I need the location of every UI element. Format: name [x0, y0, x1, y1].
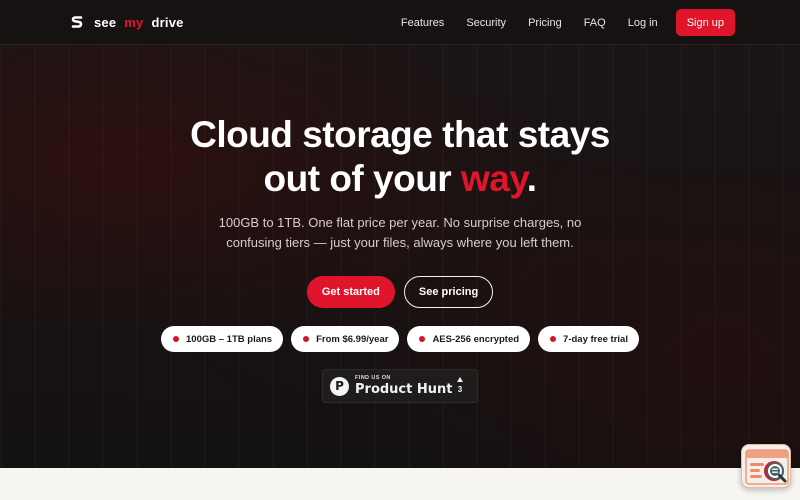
subtext-line-2: confusing tiers — just your files, alway… [226, 235, 574, 250]
brand-part-drive: drive [151, 14, 184, 30]
product-hunt-small-label: FIND US ON [355, 374, 391, 381]
chat-widget-button[interactable] [741, 444, 791, 488]
headline-period: . [526, 158, 537, 199]
headline-line-1: Cloud storage that stays [190, 114, 610, 155]
badge-trial: 7-day free trial [538, 326, 639, 352]
headline-line-2: out of your [263, 158, 461, 199]
product-hunt-name: Product Hunt [355, 382, 453, 398]
product-hunt-icon: P [330, 376, 349, 396]
badge-price: From $6.99/year [291, 326, 400, 352]
nav-link-login[interactable]: Log in [628, 17, 658, 29]
headline-accent-word: way [460, 158, 527, 199]
product-hunt-text: FIND US ON Product Hunt [355, 374, 453, 398]
subtext-line-1: 100GB to 1TB. One flat price per year. N… [218, 215, 582, 230]
bullet-dot-icon [173, 336, 180, 342]
badge-plans: 100GB – 1TB plans [161, 326, 284, 352]
brand-part-my: my [124, 14, 144, 30]
badge-label: 7-day free trial [563, 333, 628, 345]
hero-subtext: 100GB to 1TB. One flat price per year. N… [200, 213, 600, 253]
nav-link-faq[interactable]: FAQ [584, 17, 606, 29]
get-started-button[interactable]: Get started [306, 276, 395, 308]
brand-part-see: see [94, 14, 117, 30]
signup-button[interactable]: Sign up [675, 9, 735, 36]
upvote-count: 3 [457, 385, 463, 394]
next-section-edge [0, 468, 800, 500]
feature-badges: 100GB – 1TB plans From $6.99/year AES-25… [0, 326, 800, 352]
product-hunt-upvotes: 3 [457, 377, 463, 394]
bullet-dot-icon [550, 336, 557, 342]
triangle-up-icon [457, 377, 463, 382]
bullet-dot-icon [419, 336, 426, 342]
cta-group: Get started See pricing [0, 276, 800, 308]
product-hunt-badge[interactable]: P FIND US ON Product Hunt 3 [322, 369, 478, 403]
nav-links: Features Security Pricing FAQ Log in Sig… [401, 9, 735, 36]
badge-encryption: AES-256 encrypted [407, 326, 531, 352]
nav-link-security[interactable]: Security [466, 17, 506, 29]
chat-search-icon [745, 449, 789, 485]
badge-label: AES-256 encrypted [432, 333, 520, 345]
brand-logo[interactable]: see my drive [70, 14, 184, 30]
badge-label: From $6.99/year [316, 333, 389, 345]
hero-headline: Cloud storage that stays out of your way… [0, 113, 800, 201]
brand-s-icon [71, 16, 83, 28]
bullet-dot-icon [303, 336, 310, 342]
nav-link-features[interactable]: Features [401, 17, 444, 29]
brand-name: see my drive [94, 15, 184, 30]
see-pricing-button[interactable]: See pricing [403, 276, 494, 308]
nav-link-pricing[interactable]: Pricing [528, 17, 562, 29]
top-nav: see my drive Features Security Pricing FAQ… [0, 0, 800, 45]
badge-label: 100GB – 1TB plans [186, 333, 273, 345]
